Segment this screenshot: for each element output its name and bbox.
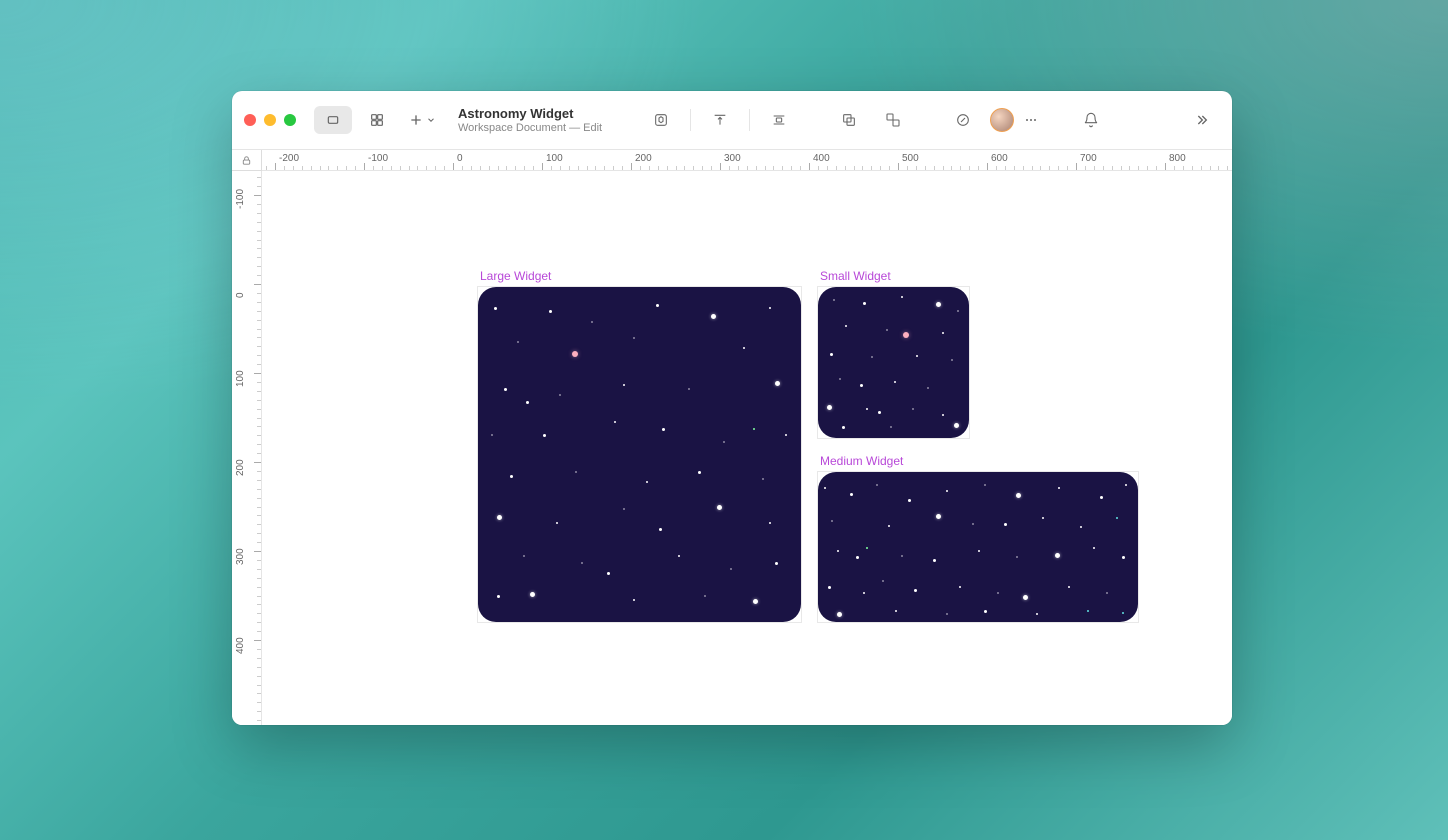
ungroup-icon <box>885 112 901 128</box>
grid-icon <box>369 112 385 128</box>
compass-icon <box>955 112 971 128</box>
group-button[interactable] <box>830 106 868 134</box>
more-button[interactable] <box>1020 106 1042 134</box>
align-top-icon <box>712 112 728 128</box>
grid-view-button[interactable] <box>358 106 396 134</box>
artboard-medium[interactable]: Medium Widget <box>817 471 1139 623</box>
notifications-button[interactable] <box>1072 106 1110 134</box>
canvas[interactable]: Large Widget <box>262 171 1232 725</box>
canvas-view-button[interactable] <box>314 106 352 134</box>
app-window: Astronomy Widget Workspace Document — Ed… <box>232 91 1232 725</box>
ellipsis-icon <box>1023 112 1039 128</box>
document-title: Astronomy Widget <box>458 106 602 121</box>
ruler-horizontal[interactable]: -200-1000100200300400500600700800 <box>262 150 1232 171</box>
artboard-large[interactable]: Large Widget <box>477 286 802 623</box>
widget-content <box>478 287 801 622</box>
expand-toolbar-button[interactable] <box>1182 106 1220 134</box>
artboard-small[interactable]: Small Widget <box>817 286 970 439</box>
ungroup-button[interactable] <box>874 106 912 134</box>
close-window-button[interactable] <box>244 114 256 126</box>
minimize-window-button[interactable] <box>264 114 276 126</box>
align-top-button[interactable] <box>701 106 739 134</box>
plus-icon <box>408 112 424 128</box>
widget-content <box>818 287 969 438</box>
symbols-button[interactable] <box>642 106 680 134</box>
document-subtitle: Workspace Document — Edit <box>458 122 602 134</box>
insert-menu[interactable] <box>402 106 442 134</box>
hotspot-button[interactable] <box>944 106 982 134</box>
lock-icon <box>241 155 252 166</box>
rectangle-icon <box>325 112 341 128</box>
artboard-label: Medium Widget <box>820 454 903 468</box>
chevrons-right-icon <box>1193 112 1209 128</box>
widget-content <box>818 472 1138 622</box>
distribute-icon <box>771 112 787 128</box>
ruler-lock[interactable] <box>232 150 262 171</box>
hexagon-icon <box>653 112 669 128</box>
window-controls <box>244 114 296 126</box>
artboard-label: Large Widget <box>480 269 551 283</box>
chevron-down-icon <box>426 115 436 125</box>
distribute-button[interactable] <box>760 106 798 134</box>
fullscreen-window-button[interactable] <box>284 114 296 126</box>
artboard-label: Small Widget <box>820 269 891 283</box>
document-title-block: Astronomy Widget Workspace Document — Ed… <box>458 106 602 134</box>
user-avatar[interactable] <box>990 108 1014 132</box>
bell-icon <box>1083 112 1099 128</box>
group-icon <box>841 112 857 128</box>
titlebar: Astronomy Widget Workspace Document — Ed… <box>232 91 1232 150</box>
ruler-vertical[interactable]: -1000100200300400 <box>232 171 262 725</box>
